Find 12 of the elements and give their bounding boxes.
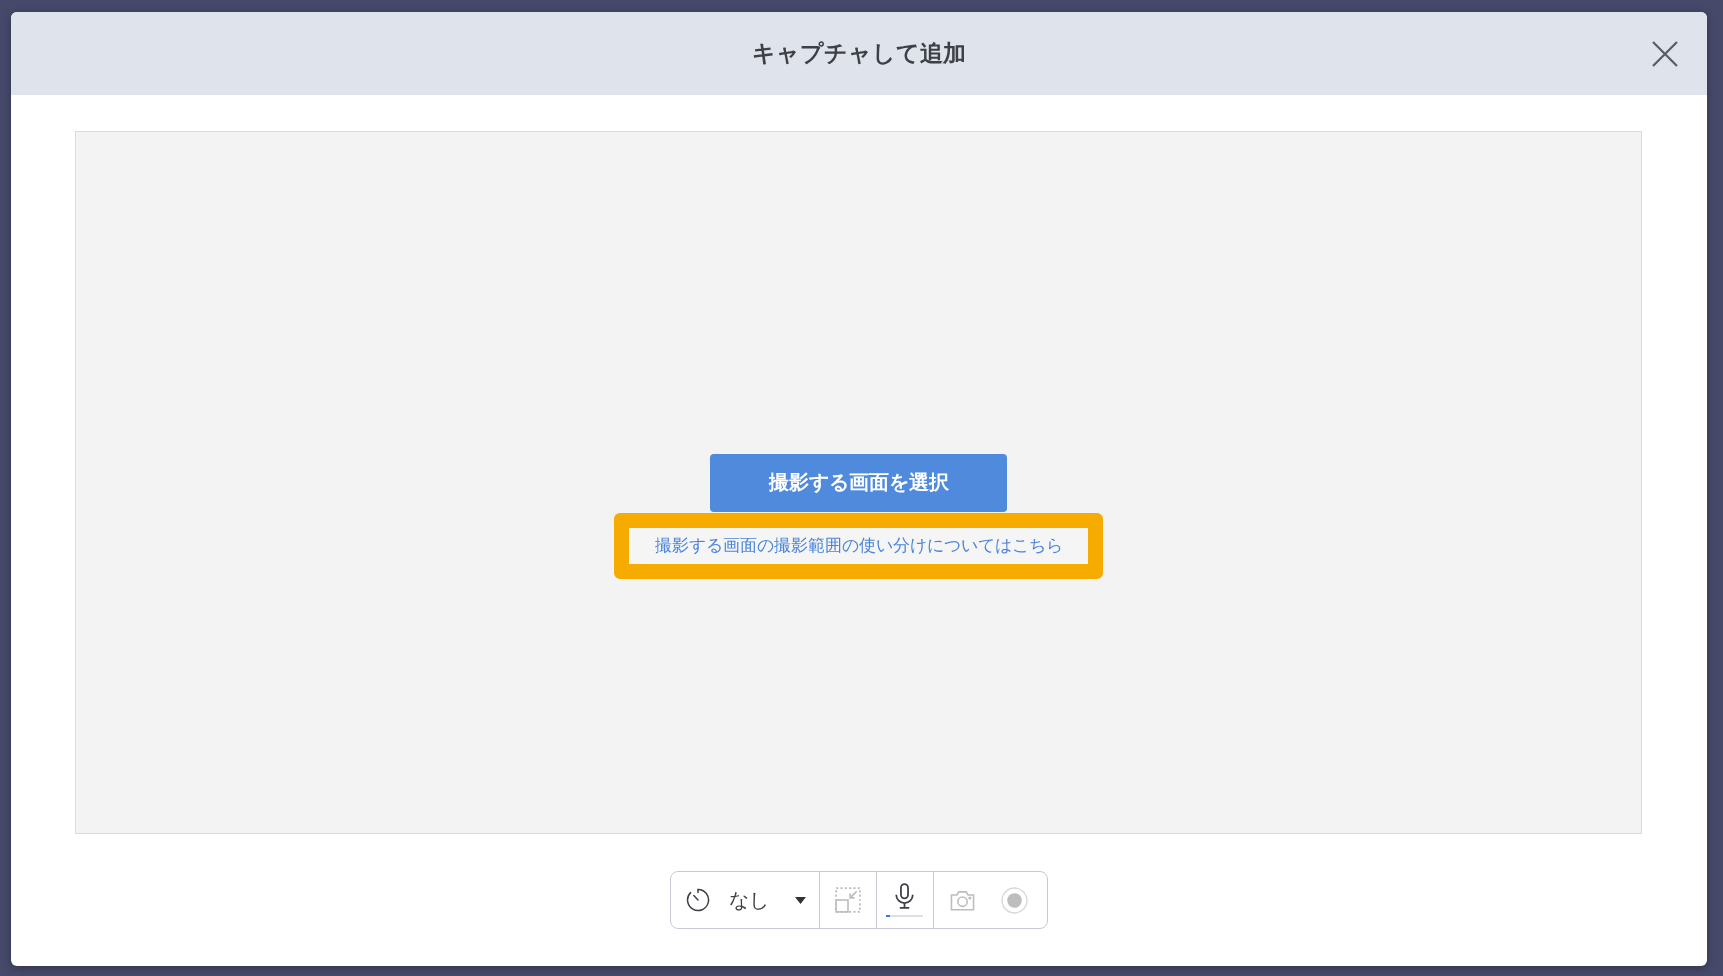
microphone-icon [895,883,914,909]
camera-icon [949,889,976,911]
dialog-title: キャプチャして追加 [752,39,966,68]
close-button[interactable] [1652,40,1678,67]
select-screen-button[interactable]: 撮影する画面を選択 [710,453,1007,512]
shrink-icon [834,887,861,913]
timer-icon [685,888,710,912]
caret-icon [794,896,806,904]
timer-select[interactable]: なし [670,872,819,928]
help-link[interactable]: 撮影する画面の撮影範囲の使い分けについてはこちら [654,534,1063,557]
record-icon [1001,886,1028,914]
close-icon [1652,40,1678,67]
